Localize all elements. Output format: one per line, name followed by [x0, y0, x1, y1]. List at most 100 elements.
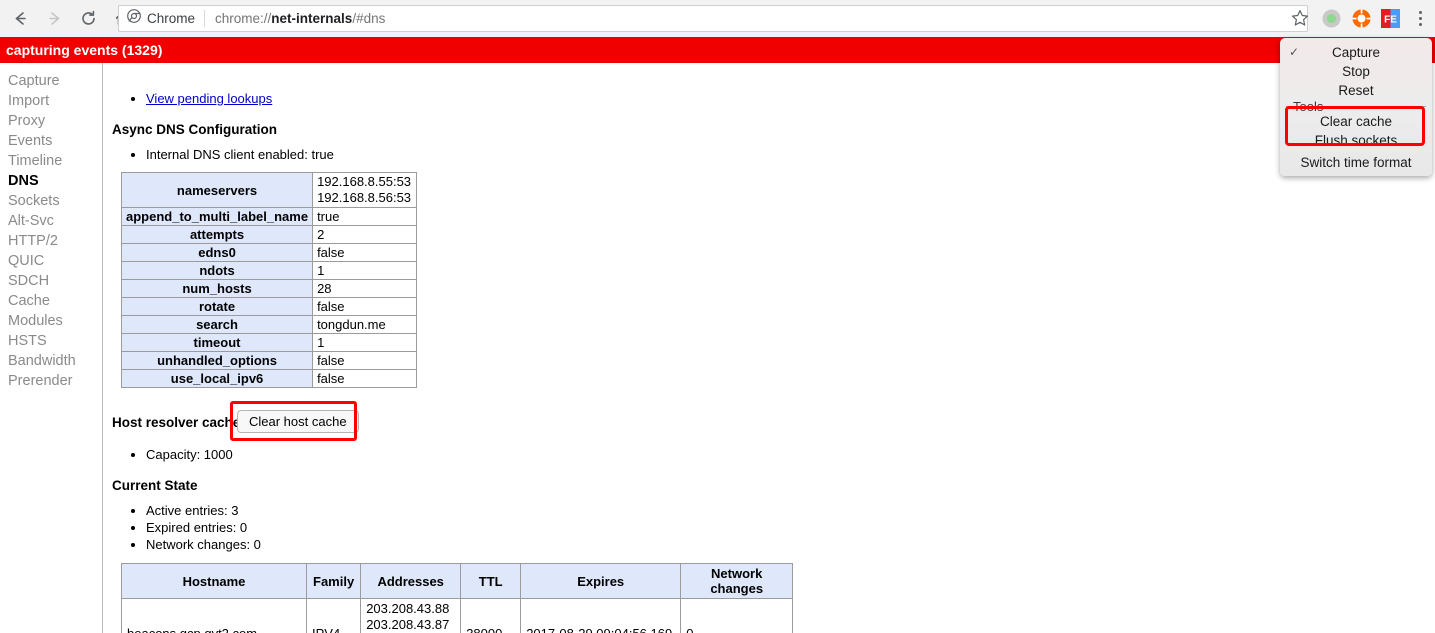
capture-dropdown-menu: ✓ Capture Stop Reset Tools Clear cache F…	[1280, 38, 1432, 176]
capturing-events-banner: capturing events (1329)	[0, 37, 1435, 63]
config-value: true	[312, 207, 418, 226]
config-key: nameservers	[120, 172, 314, 208]
sidebar-item-bandwidth[interactable]: Bandwidth	[0, 351, 102, 371]
extension-fe-icon[interactable]: FE	[1381, 9, 1400, 28]
sidebar-item-sdch[interactable]: SDCH	[0, 271, 102, 291]
list-item: Expired entries: 0	[146, 519, 1435, 536]
menu-item-capture-label: Capture	[1331, 45, 1381, 60]
column-header-hostname: Hostname	[121, 563, 307, 599]
config-key: append_to_multi_label_name	[120, 207, 314, 226]
sidebar-item-cache[interactable]: Cache	[0, 291, 102, 311]
cell-hostname: beacons.gcp.gvt2.com	[121, 598, 307, 633]
sidebar-item-events[interactable]: Events	[0, 131, 102, 151]
address-bar[interactable]: Chrome chrome://net-internals/#dns	[118, 5, 1308, 32]
menu-item-reset[interactable]: Reset	[1280, 81, 1432, 100]
menu-item-clear-cache[interactable]: Clear cache	[1286, 112, 1426, 131]
sidebar-item-quic[interactable]: QUIC	[0, 251, 102, 271]
menu-item-flush-sockets[interactable]: Flush sockets	[1286, 131, 1426, 150]
browser-toolbar: Chrome chrome://net-internals/#dns FE	[0, 0, 1435, 37]
tools-group: Tools Clear cache Flush sockets	[1286, 99, 1426, 150]
config-key: num_hosts	[120, 279, 314, 298]
cell-expires: 2017-08-29 09:04:56.169	[520, 598, 682, 633]
chrome-menu-button[interactable]	[1412, 9, 1428, 28]
config-key: ndots	[120, 261, 314, 280]
config-key: edns0	[120, 243, 314, 262]
sidebar-item-alt-svc[interactable]: Alt-Svc	[0, 211, 102, 231]
current-state-heading: Current State	[112, 478, 198, 493]
chrome-logo-icon	[127, 9, 141, 28]
config-value: 1	[312, 333, 418, 352]
url-scheme: chrome://	[215, 11, 272, 26]
config-value: false	[312, 351, 418, 370]
view-pending-lookups-link[interactable]: View pending lookups	[146, 91, 272, 106]
reload-icon	[79, 9, 98, 28]
current-state-list: Active entries: 3 Expired entries: 0 Net…	[104, 502, 1435, 553]
sidebar-item-dns[interactable]: DNS	[0, 171, 102, 191]
table-row: edns0 false	[120, 243, 418, 262]
capturing-events-label: capturing events (1329)	[6, 42, 163, 58]
config-value: 1	[312, 261, 418, 280]
config-value: false	[312, 369, 418, 388]
table-row: rotate false	[120, 297, 418, 316]
config-value: false	[312, 297, 418, 316]
reload-button[interactable]	[74, 5, 102, 33]
sidebar-item-hsts[interactable]: HSTS	[0, 331, 102, 351]
async-dns-heading: Async DNS Configuration	[112, 122, 278, 137]
menu-item-switch-time-format[interactable]: Switch time format	[1280, 153, 1432, 172]
chrome-chip-label: Chrome	[147, 11, 196, 26]
clear-host-cache-button[interactable]: Clear host cache	[237, 410, 359, 433]
config-key: unhandled_options	[120, 351, 314, 370]
table-row: unhandled_options false	[120, 351, 418, 370]
cell-addresses: 203.208.43.88 203.208.43.87 203.208.43.9…	[360, 598, 462, 633]
internal-dns-client-list: Internal DNS client enabled: true	[104, 146, 1435, 163]
url-text[interactable]: chrome://net-internals/#dns	[215, 11, 385, 26]
sidebar-item-modules[interactable]: Modules	[0, 311, 102, 331]
sidebar-item-sockets[interactable]: Sockets	[0, 191, 102, 211]
list-item: View pending lookups	[146, 90, 1435, 107]
config-key: rotate	[120, 297, 314, 316]
sidebar: Capture Import Proxy Events Timeline DNS…	[0, 63, 103, 633]
table-row: num_hosts 28	[120, 279, 418, 298]
list-item: Capacity: 1000	[146, 446, 1435, 463]
table-row: timeout 1	[120, 333, 418, 352]
table-row: nameservers 192.168.8.55:53 192.168.8.56…	[120, 172, 418, 208]
menu-dot	[1418, 23, 1422, 26]
menu-item-stop-label: Stop	[1342, 64, 1370, 79]
config-key: attempts	[120, 225, 314, 244]
bookmark-star-icon[interactable]	[1290, 8, 1310, 28]
cell-ttl: 38000	[460, 598, 522, 633]
extension-profile-icon[interactable]	[1322, 9, 1341, 28]
table-row: ndots 1	[120, 261, 418, 280]
url-host: net-internals	[271, 11, 353, 26]
table-row: search tongdun.me	[120, 315, 418, 334]
config-value: 2	[312, 225, 418, 244]
cell-network-changes: 0	[680, 598, 794, 633]
checkmark-icon: ✓	[1289, 45, 1300, 59]
extension-lifebuoy-icon[interactable]	[1352, 9, 1371, 28]
sidebar-item-prerender[interactable]: Prerender	[0, 371, 102, 391]
host-resolver-cache-row: Host resolver cache Clear host cache	[112, 401, 1435, 441]
async-dns-config-table: nameservers 192.168.8.55:53 192.168.8.56…	[120, 172, 418, 388]
sidebar-item-capture[interactable]: Capture	[0, 71, 102, 91]
dns-panel: View pending lookups Async DNS Configura…	[104, 63, 1435, 633]
config-key: timeout	[120, 333, 314, 352]
list-item: Active entries: 3	[146, 502, 1435, 519]
config-key: search	[120, 315, 314, 334]
back-button[interactable]	[6, 5, 34, 33]
chrome-origin-chip: Chrome	[127, 9, 206, 28]
url-path: /#dns	[352, 11, 386, 26]
menu-item-capture[interactable]: ✓ Capture	[1280, 43, 1432, 62]
capacity-list: Capacity: 1000	[104, 446, 1435, 463]
svg-text:FE: FE	[1384, 15, 1397, 26]
config-value: 192.168.8.55:53 192.168.8.56:53	[312, 172, 418, 208]
sidebar-item-timeline[interactable]: Timeline	[0, 151, 102, 171]
sidebar-item-import[interactable]: Import	[0, 91, 102, 111]
pending-lookups-list: View pending lookups	[104, 90, 1435, 107]
sidebar-item-http2[interactable]: HTTP/2	[0, 231, 102, 251]
list-item: Internal DNS client enabled: true	[146, 146, 1435, 163]
menu-item-stop[interactable]: Stop	[1280, 62, 1432, 81]
table-row: use_local_ipv6 false	[120, 369, 418, 388]
menu-item-clear-cache-label: Clear cache	[1319, 114, 1393, 129]
forward-button[interactable]	[40, 5, 68, 33]
sidebar-item-proxy[interactable]: Proxy	[0, 111, 102, 131]
